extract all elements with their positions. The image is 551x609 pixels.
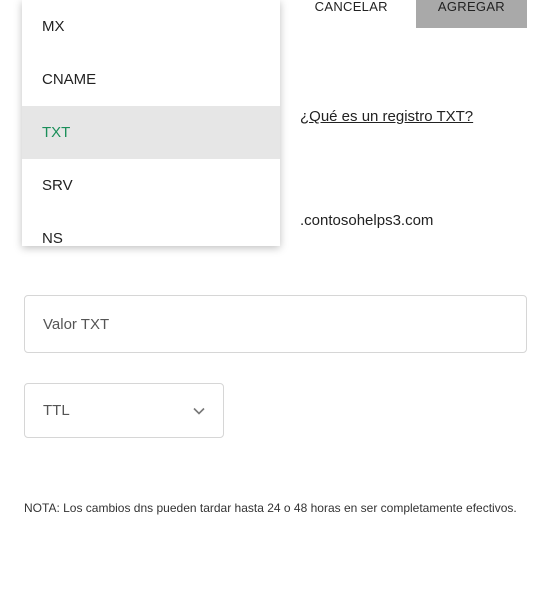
record-type-option-cname[interactable]: CNAME (22, 53, 280, 106)
form-actions: CANCELAR AGREGAR (315, 0, 527, 28)
add-button[interactable]: AGREGAR (416, 0, 527, 28)
txt-help-link[interactable]: ¿Qué es un registro TXT? (300, 108, 473, 125)
record-type-option-mx[interactable]: MX (22, 0, 280, 53)
record-type-dropdown-panel: MX CNAME TXT SRV NS (22, 0, 280, 246)
ttl-select[interactable]: TTL (24, 383, 224, 438)
txt-value-input[interactable] (24, 295, 527, 353)
note-text: NOTA: Los cambios dns pueden tardar hast… (24, 501, 527, 515)
record-type-option-srv[interactable]: SRV (22, 159, 280, 212)
record-type-option-txt[interactable]: TXT (22, 106, 280, 159)
domain-suffix-label: .contosohelps3.com (300, 212, 433, 229)
record-type-option-ns[interactable]: NS (22, 212, 280, 246)
chevron-down-icon (193, 407, 205, 415)
ttl-select-label: TTL (43, 402, 70, 419)
cancel-button[interactable]: CANCELAR (315, 0, 388, 14)
record-type-dropdown-list[interactable]: MX CNAME TXT SRV NS (22, 0, 280, 246)
